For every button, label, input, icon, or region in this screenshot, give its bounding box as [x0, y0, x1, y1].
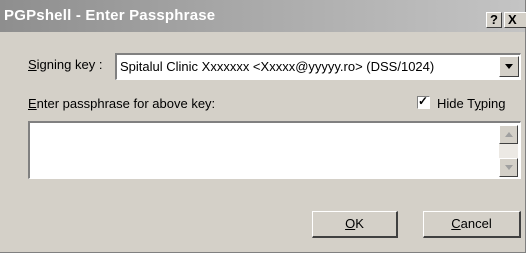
window-title: PGPshell - Enter Passphrase — [4, 7, 216, 24]
signing-key-label-text: igning key : — [36, 57, 103, 72]
signing-key-dropdown[interactable]: Spitalul Clinic Xxxxxxx <Xxxxx@yyyyy.ro>… — [115, 53, 521, 80]
hide-typing-label[interactable]: Hide Typing — [437, 96, 505, 111]
arrow-up-icon — [505, 132, 513, 137]
ok-mnemonic: O — [345, 216, 356, 231]
hide-typing-label-post: ping — [480, 96, 506, 111]
arrow-down-icon — [505, 165, 513, 170]
close-button[interactable]: X — [504, 12, 526, 28]
passphrase-mnemonic: E — [28, 96, 37, 111]
scroll-up-button[interactable] — [499, 125, 518, 144]
cancel-mnemonic: C — [451, 216, 461, 231]
cancel-label: ancel — [460, 216, 492, 231]
help-button[interactable]: ? — [486, 12, 502, 28]
hide-typing-label-pre: Hide T — [437, 96, 475, 111]
chevron-down-icon — [505, 64, 513, 69]
passphrase-label-text: nter passphrase for above key: — [36, 96, 216, 111]
ok-label: K — [355, 216, 364, 231]
passphrase-label: Enter passphrase for above key: — [28, 96, 215, 111]
passphrase-dialog: PGPshell - Enter Passphrase ? X Signing … — [0, 0, 526, 253]
vertical-scrollbar[interactable] — [499, 125, 518, 177]
signing-key-mnemonic: S — [28, 57, 37, 72]
checkmark-icon: ✓ — [418, 94, 429, 108]
hide-typing-checkbox[interactable]: ✓ — [417, 94, 430, 109]
scroll-down-button[interactable] — [499, 158, 518, 177]
title-bar[interactable]: PGPshell - Enter Passphrase ? X — [0, 0, 526, 32]
passphrase-input[interactable] — [28, 121, 521, 179]
signing-key-selected: Spitalul Clinic Xxxxxxx <Xxxxx@yyyyy.ro>… — [120, 59, 435, 74]
ok-button[interactable]: OK — [312, 211, 398, 238]
cancel-button[interactable]: Cancel — [423, 211, 521, 238]
signing-key-label: Signing key : — [28, 57, 102, 72]
dropdown-button[interactable] — [499, 56, 519, 77]
